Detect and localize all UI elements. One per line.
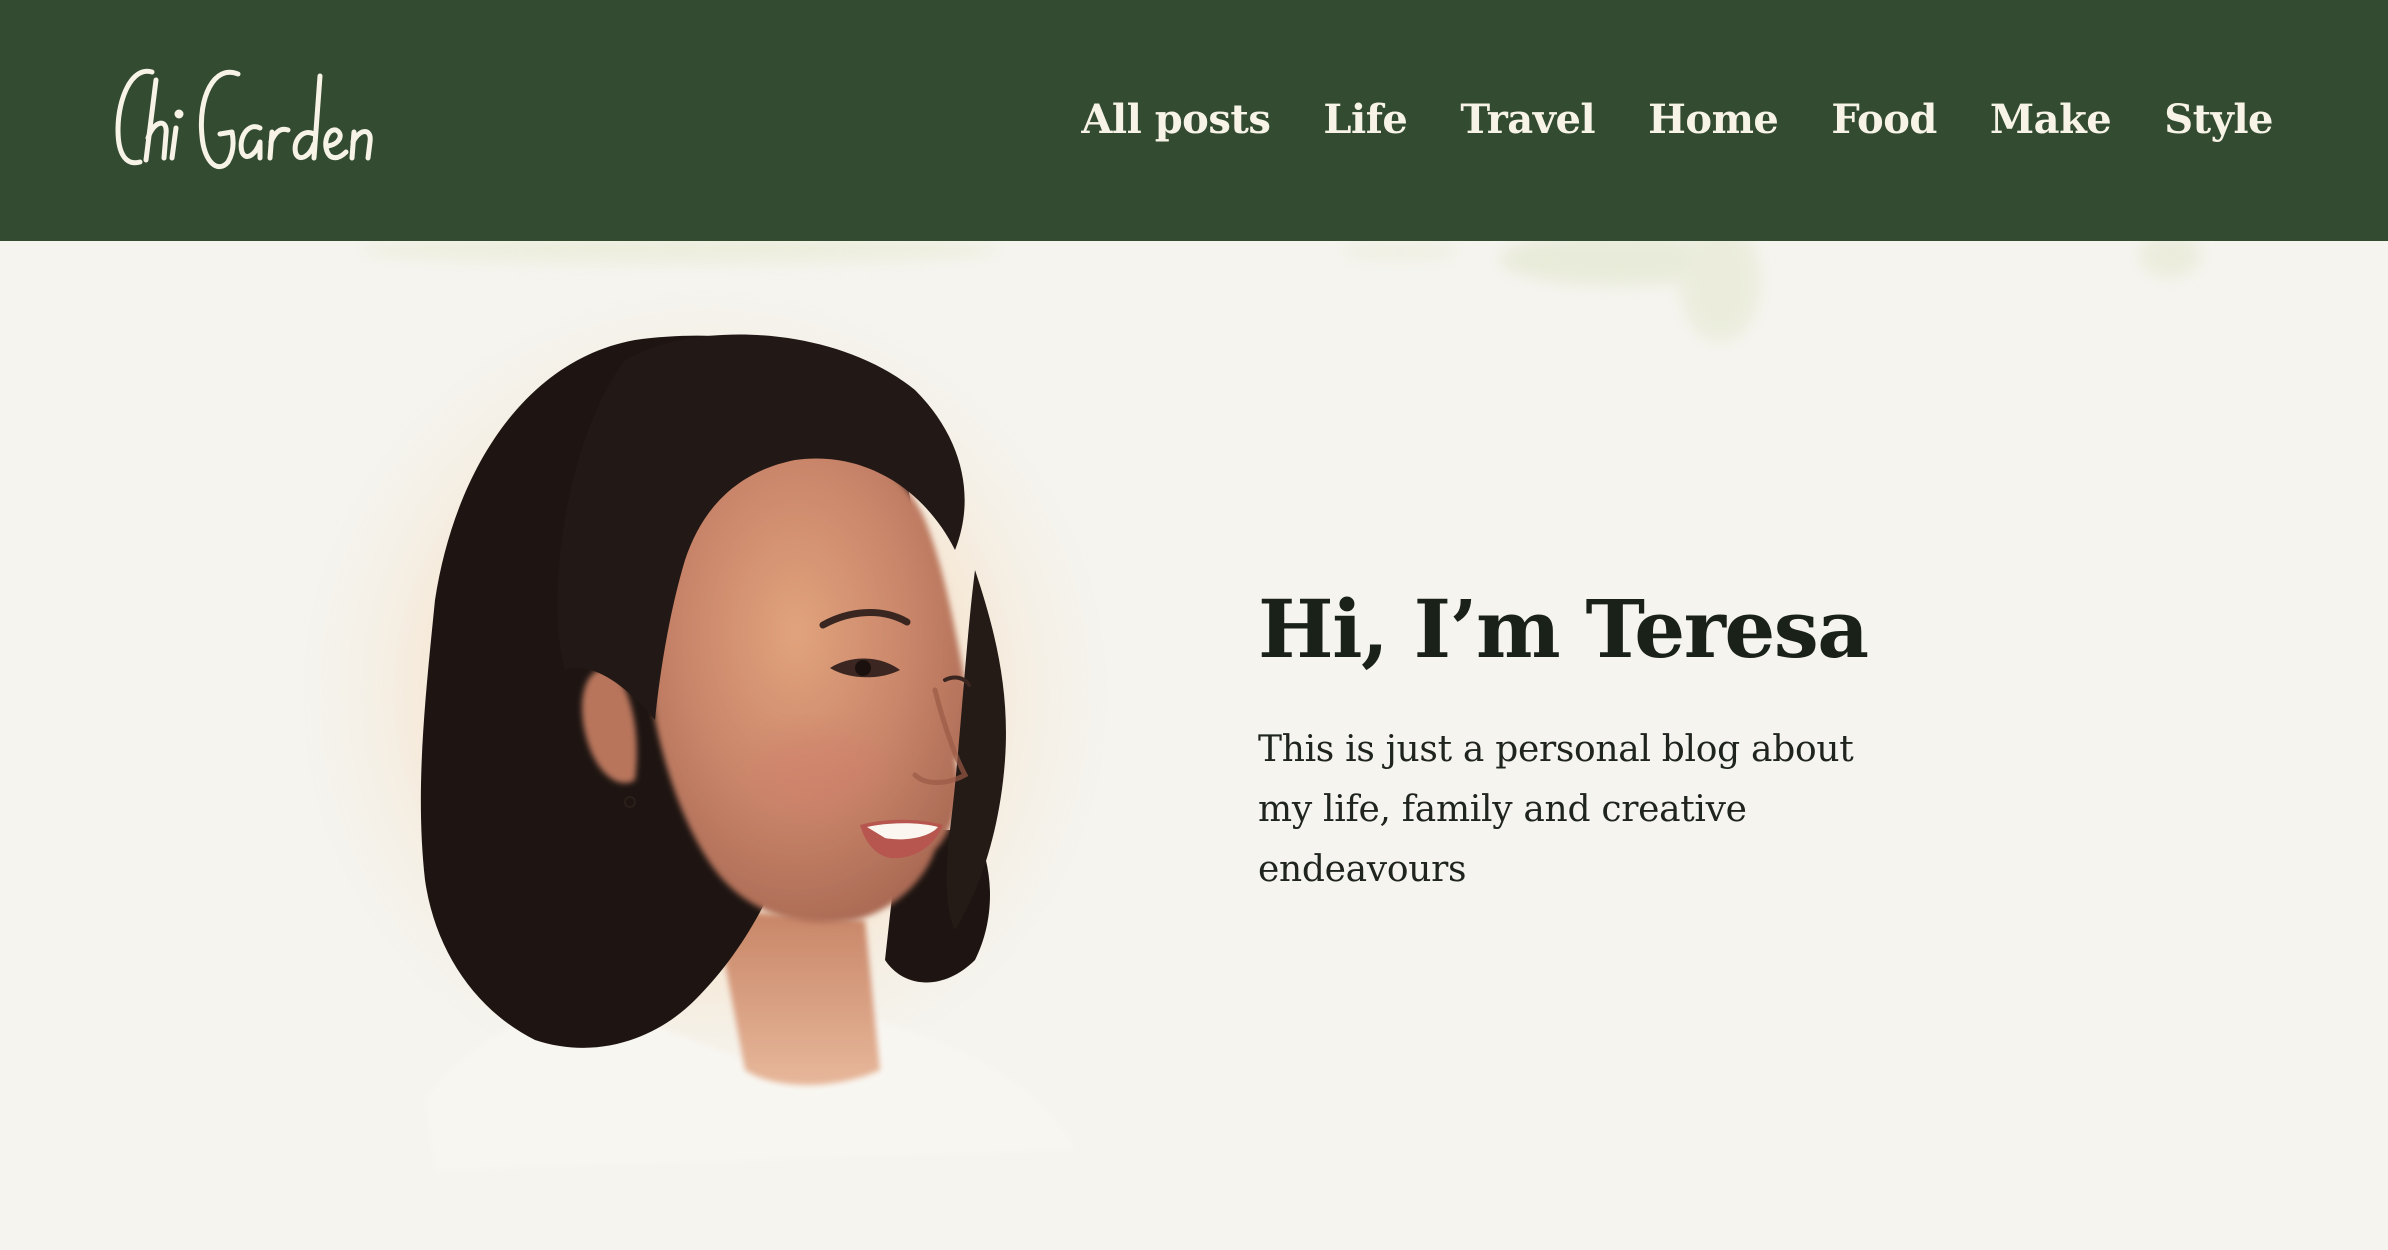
nav-item-style[interactable]: Style: [2164, 99, 2273, 142]
hero-title: Hi, I’m Teresa: [1258, 582, 1869, 676]
nav-item-travel[interactable]: Travel: [1460, 99, 1595, 142]
portrait-illustration: [285, 290, 1125, 1170]
logo-wordmark: [115, 68, 373, 170]
logo-text: Chi Garden: [110, 178, 111, 179]
site-logo[interactable]: Chi Garden: [110, 58, 400, 178]
nav-item-life[interactable]: Life: [1323, 99, 1407, 142]
nav-item-make[interactable]: Make: [1990, 99, 2112, 142]
nav-item-home[interactable]: Home: [1648, 99, 1779, 142]
nav-item-food[interactable]: Food: [1831, 99, 1937, 142]
hero-description: This is just a personal blog about my li…: [1258, 729, 1854, 890]
main-nav: All posts Life Travel Home Food Make Sty…: [1081, 0, 2273, 241]
site-header: Chi Garden All posts Life Travel Home Fo…: [0, 0, 2388, 241]
nav-item-all-posts[interactable]: All posts: [1081, 99, 1271, 142]
